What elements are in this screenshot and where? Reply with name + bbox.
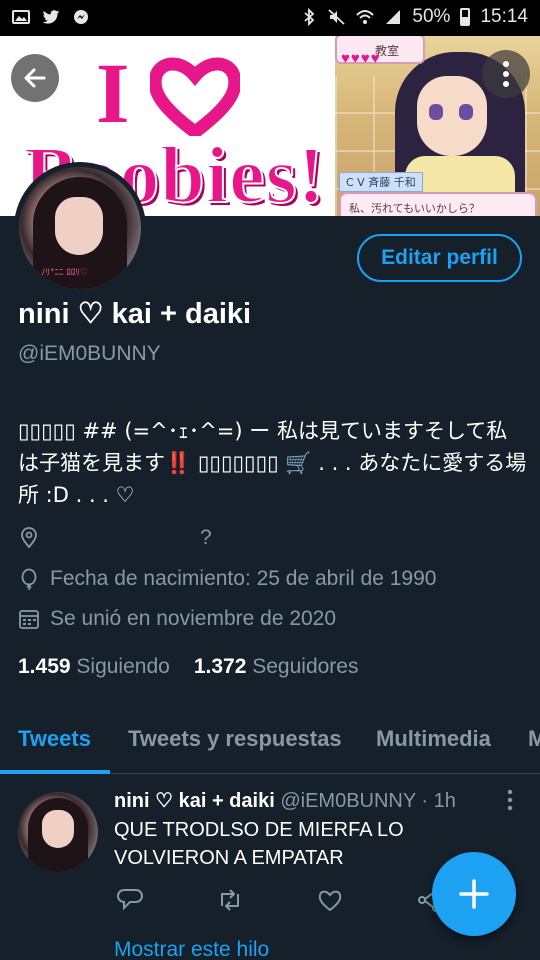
joined-text: Se unió en noviembre de 2020 — [50, 607, 337, 630]
banner-text-i: I — [96, 45, 130, 141]
tweet-text: QUE TRODLSO DE MIERFA LO VOLVIERON A EMP… — [114, 819, 404, 869]
mute-icon — [328, 9, 346, 25]
tab-media[interactable]: Multimedia — [376, 726, 491, 752]
compose-tweet-button[interactable] — [432, 852, 516, 936]
tab-tweets[interactable]: Tweets — [18, 726, 91, 752]
game-hud: 教室 ♥♥♥♥ — [335, 36, 425, 67]
more-vertical-icon — [503, 61, 509, 87]
reply-icon[interactable] — [116, 886, 144, 914]
followers-count: 1.372 — [193, 655, 247, 678]
tweet-more-icon[interactable] — [500, 786, 520, 814]
bio-double-exclamation: ‼️ — [165, 451, 192, 475]
game-dialogue-box: 私、汚れてもいいかしら？ — [339, 192, 537, 216]
game-hud-hearts: ♥♥♥♥ — [341, 50, 381, 67]
followers-link[interactable]: 1.372 Seguidores — [194, 655, 359, 679]
tweet-author-avatar[interactable] — [18, 792, 98, 872]
following-link[interactable]: 1.459 Siguiendo — [18, 655, 170, 679]
profile-location: ? — [18, 526, 212, 550]
battery-icon — [460, 8, 471, 26]
status-system: 50% 15:14 — [300, 6, 528, 28]
location-text: ? — [200, 526, 212, 549]
profile-bio: ▯▯▯▯▯ ## (=^･ｪ･^=) ー 私は見ていますそして私は子猫を見ます‼… — [18, 415, 528, 511]
active-tab-indicator — [0, 770, 110, 774]
balloon-icon — [21, 568, 37, 590]
profile-birthdate: Fecha de nacimiento: 25 de abril de 1990 — [18, 567, 436, 591]
followers-label: Seguidores — [252, 655, 359, 678]
clock: 15:14 — [480, 6, 528, 27]
like-icon[interactable] — [316, 886, 344, 914]
edit-profile-button[interactable]: Editar perfil — [357, 234, 522, 282]
tweet-author-handle: @iEM0BUNNY — [280, 790, 416, 812]
profile-handle: @iEM0BUNNY — [18, 342, 161, 365]
profile-tabs: Tweets Tweets y respuestas Multimedia M — [0, 712, 540, 774]
status-notifications — [12, 8, 90, 26]
tweet-author-name[interactable]: nini ♡ kai + daiki — [114, 790, 275, 812]
twitter-notification-icon — [42, 10, 60, 24]
battery-percent: 50% — [412, 6, 451, 27]
tweet-avatar-face — [42, 810, 74, 848]
follow-stats: 1.459 Siguiendo 1.372 Seguidores — [18, 655, 358, 679]
retweet-icon[interactable] — [216, 886, 244, 914]
location-icon — [21, 527, 37, 549]
signal-icon — [386, 10, 401, 24]
back-button[interactable] — [11, 54, 59, 102]
gallery-notification-icon — [12, 10, 30, 24]
profile-joined: Se unió en noviembre de 2020 — [18, 607, 336, 631]
show-thread-link[interactable]: Mostrar este hilo — [114, 938, 269, 960]
avatar-caption: ﾉﾘ°ﾆﾆ ﾛﾛﾘ♡ — [41, 268, 88, 278]
heart-icon — [150, 57, 240, 136]
profile-avatar[interactable]: ﾉﾘ°ﾆﾆ ﾛﾛﾘ♡ — [14, 162, 146, 294]
game-cv-label: C V 斉藤 千和 — [339, 172, 423, 192]
avatar-face — [55, 197, 103, 255]
bluetooth-icon — [304, 8, 315, 26]
tweet-actions — [114, 886, 444, 916]
tab-tweets-and-replies[interactable]: Tweets y respuestas — [128, 726, 342, 752]
following-count: 1.459 — [18, 655, 71, 678]
anime-character-face — [417, 76, 487, 156]
tab-likes[interactable]: M — [528, 726, 540, 752]
profile-name: nini ♡ kai + daiki — [18, 298, 252, 330]
status-bar: 50% 15:14 — [0, 0, 540, 36]
wifi-icon — [356, 10, 375, 24]
tweet-time: · 1h — [421, 790, 456, 812]
following-label: Siguiendo — [76, 655, 170, 678]
messenger-notification-icon — [74, 10, 88, 24]
anime-eye-right — [459, 104, 473, 120]
compose-plus-icon — [459, 879, 489, 909]
calendar-icon — [19, 610, 39, 629]
avatar-image: ﾉﾘ°ﾆﾆ ﾛﾛﾘ♡ — [19, 167, 141, 289]
birthdate-text: Fecha de nacimiento: 25 de abril de 1990 — [50, 567, 437, 590]
anime-eye-left — [429, 104, 443, 120]
more-options-button[interactable] — [482, 50, 530, 98]
tweet-header: nini ♡ kai + daiki @iEM0BUNNY · 1h — [114, 788, 456, 813]
back-arrow-icon — [24, 68, 46, 88]
